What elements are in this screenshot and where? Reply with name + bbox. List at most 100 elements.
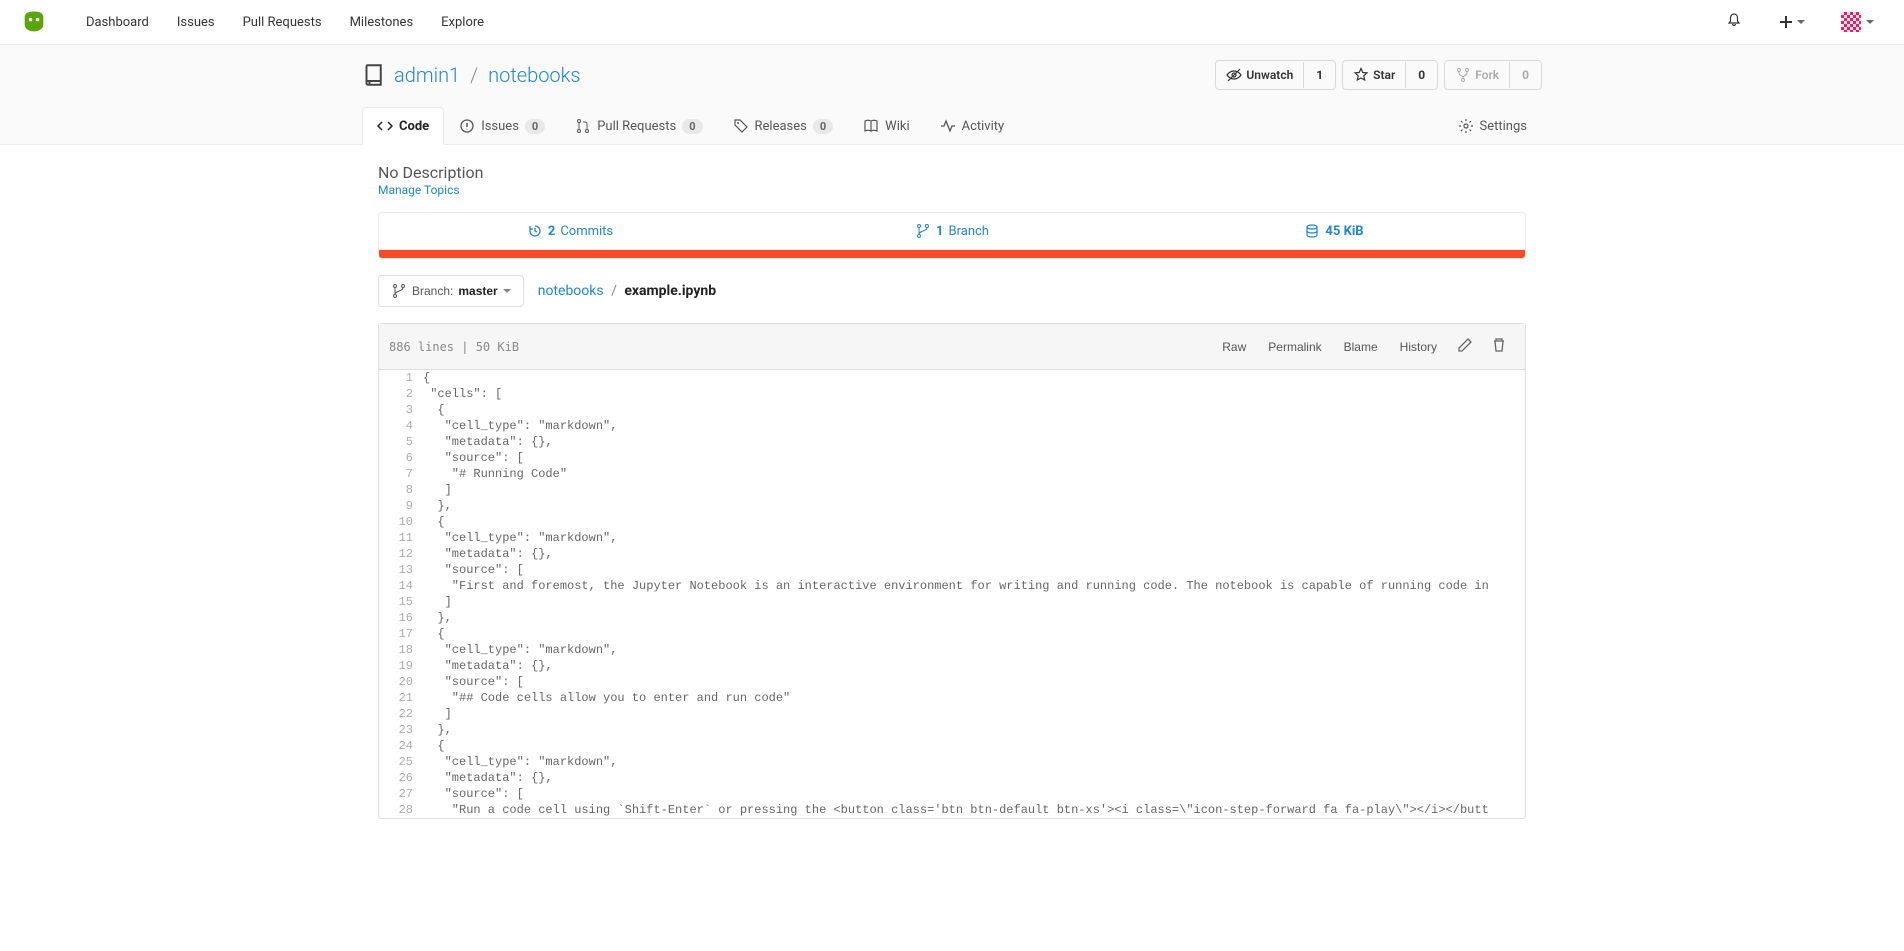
permalink-button[interactable]: Permalink [1258, 335, 1331, 359]
line-number[interactable]: 17 [379, 626, 423, 642]
tab-settings[interactable]: Settings [1443, 107, 1542, 145]
commits-label: Commits [560, 224, 613, 239]
tab-code[interactable]: Code [362, 107, 444, 145]
create-menu[interactable] [1768, 14, 1815, 30]
line-number[interactable]: 6 [379, 450, 423, 466]
chevron-down-icon [503, 287, 511, 295]
nav-pull-requests[interactable]: Pull Requests [229, 0, 336, 45]
star-button[interactable]: Star 0 [1342, 60, 1438, 90]
watch-button[interactable]: Unwatch 1 [1215, 60, 1336, 90]
line-number[interactable]: 19 [379, 658, 423, 674]
code-line: 25 "cell_type": "markdown", [379, 754, 1525, 770]
line-number[interactable]: 8 [379, 482, 423, 498]
star-icon [1353, 67, 1369, 83]
app-logo[interactable] [20, 8, 48, 36]
nav-issues[interactable]: Issues [163, 0, 229, 45]
line-number[interactable]: 21 [379, 690, 423, 706]
line-number[interactable]: 22 [379, 706, 423, 722]
nav-dashboard[interactable]: Dashboard [72, 0, 163, 45]
code-line: 2 "cells": [ [379, 386, 1525, 402]
watch-label: Unwatch [1246, 68, 1293, 82]
line-number[interactable]: 13 [379, 562, 423, 578]
tab-activity[interactable]: Activity [925, 107, 1020, 145]
top-nav: Dashboard Issues Pull Requests Milestone… [0, 0, 1904, 45]
line-content: ] [423, 594, 1525, 610]
line-content: "metadata": {}, [423, 658, 1525, 674]
code-line: 14 "First and foremost, the Jupyter Note… [379, 578, 1525, 594]
line-number[interactable]: 12 [379, 546, 423, 562]
line-content: "source": [ [423, 562, 1525, 578]
user-menu[interactable] [1831, 12, 1884, 32]
line-number[interactable]: 24 [379, 738, 423, 754]
star-count[interactable]: 0 [1405, 62, 1437, 88]
code-line: 4 "cell_type": "markdown", [379, 418, 1525, 434]
repo-size: 45 KiB [1325, 224, 1363, 239]
breadcrumb: notebooks / example.ipynb [538, 283, 716, 299]
line-number[interactable]: 4 [379, 418, 423, 434]
line-number[interactable]: 23 [379, 722, 423, 738]
line-content: "cell_type": "markdown", [423, 418, 1525, 434]
edit-button[interactable] [1449, 332, 1481, 361]
line-content: }, [423, 498, 1525, 514]
tab-releases[interactable]: Releases 0 [718, 107, 849, 145]
line-number[interactable]: 7 [379, 466, 423, 482]
line-content: "metadata": {}, [423, 770, 1525, 786]
line-content: ] [423, 706, 1525, 722]
fork-label: Fork [1475, 68, 1499, 82]
line-number[interactable]: 9 [379, 498, 423, 514]
breadcrumb-root[interactable]: notebooks [538, 283, 604, 299]
tab-issues[interactable]: Issues 0 [444, 107, 560, 145]
raw-button[interactable]: Raw [1212, 335, 1256, 359]
line-number[interactable]: 18 [379, 642, 423, 658]
tab-wiki[interactable]: Wiki [848, 107, 924, 145]
code-line: 19 "metadata": {}, [379, 658, 1525, 674]
size-link[interactable]: 45 KiB [1143, 213, 1525, 249]
line-number[interactable]: 15 [379, 594, 423, 610]
code-line: 23 }, [379, 722, 1525, 738]
history-button[interactable]: History [1390, 335, 1447, 359]
line-number[interactable]: 10 [379, 514, 423, 530]
line-number[interactable]: 11 [379, 530, 423, 546]
delete-button[interactable] [1483, 332, 1515, 361]
commits-link[interactable]: 2 Commits [379, 213, 761, 249]
manage-topics-link[interactable]: Manage Topics [378, 183, 460, 197]
fork-count[interactable]: 0 [1509, 62, 1541, 88]
line-content: "metadata": {}, [423, 546, 1525, 562]
line-number[interactable]: 3 [379, 402, 423, 418]
line-number[interactable]: 20 [379, 674, 423, 690]
line-number[interactable]: 28 [379, 802, 423, 818]
repo-name-link[interactable]: notebooks [488, 63, 580, 87]
blame-button[interactable]: Blame [1334, 335, 1388, 359]
tab-pull-requests[interactable]: Pull Requests 0 [560, 107, 717, 145]
repo-description: No Description [378, 163, 1526, 182]
line-number[interactable]: 25 [379, 754, 423, 770]
line-number[interactable]: 27 [379, 786, 423, 802]
tag-icon [733, 118, 749, 134]
nav-explore[interactable]: Explore [427, 0, 498, 45]
line-number[interactable]: 1 [379, 370, 423, 386]
line-number[interactable]: 2 [379, 386, 423, 402]
book-icon [863, 118, 879, 134]
code-content: 1{2 "cells": [3 {4 "cell_type": "markdow… [379, 370, 1525, 818]
code-line: 7 "# Running Code" [379, 466, 1525, 482]
fork-button[interactable]: Fork 0 [1444, 60, 1542, 90]
branch-prefix: Branch: [412, 284, 453, 298]
nav-milestones[interactable]: Milestones [336, 0, 428, 45]
line-number[interactable]: 14 [379, 578, 423, 594]
language-bar[interactable] [378, 250, 1526, 259]
line-content: "## Code cells allow you to enter and ru… [423, 690, 1525, 706]
tab-settings-label: Settings [1480, 119, 1527, 134]
code-line: 6 "source": [ [379, 450, 1525, 466]
branch-dropdown[interactable]: Branch: master [378, 275, 524, 307]
notifications-icon[interactable] [1716, 12, 1752, 32]
history-icon [527, 223, 543, 239]
repo-owner-link[interactable]: admin1 [394, 63, 460, 87]
code-line: 8 ] [379, 482, 1525, 498]
gear-icon [1458, 118, 1474, 134]
line-number[interactable]: 5 [379, 434, 423, 450]
line-content: { [423, 402, 1525, 418]
line-number[interactable]: 16 [379, 610, 423, 626]
line-number[interactable]: 26 [379, 770, 423, 786]
branches-link[interactable]: 1 Branch [761, 213, 1143, 249]
watch-count[interactable]: 1 [1303, 62, 1335, 88]
